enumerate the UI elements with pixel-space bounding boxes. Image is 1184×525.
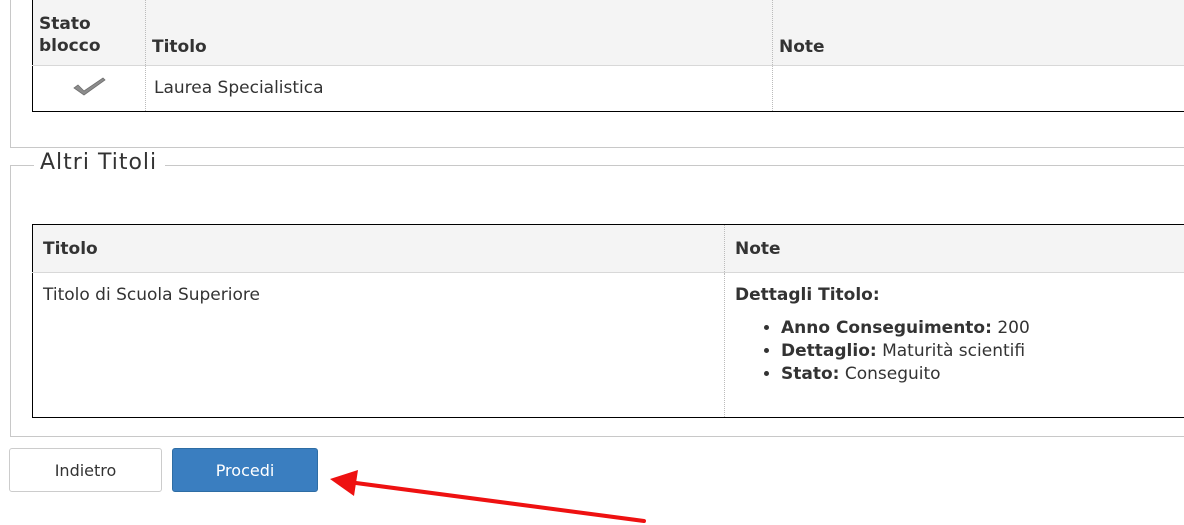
table-row: Laurea Specialistica xyxy=(32,65,1184,111)
header-titolo: Titolo xyxy=(145,0,773,66)
table-header-row: Stato blocco Titolo Note xyxy=(32,0,1184,66)
dettagli-list: Anno Conseguimento: 200 Dettaglio: Matur… xyxy=(735,317,1181,386)
table-header-row: Titolo Note xyxy=(32,224,1184,273)
procedi-button[interactable]: Procedi xyxy=(172,448,318,492)
header-stato-blocco-label: Stato blocco xyxy=(39,13,101,56)
blocchi-table: Stato blocco Titolo Note Laurea Speciali… xyxy=(32,0,1184,112)
detail-value: Conseguito xyxy=(844,364,941,384)
header-stato-blocco: Stato blocco xyxy=(32,0,146,66)
detail-value: 200 xyxy=(997,318,1030,338)
detail-label: Stato: xyxy=(781,364,840,384)
list-item: Dettaglio: Maturità scientifi xyxy=(781,340,1181,363)
titolo-cell: Laurea Specialistica xyxy=(145,65,773,111)
stato-cell xyxy=(32,65,146,111)
dettagli-titolo-heading: Dettagli Titolo: xyxy=(735,285,880,305)
header-titolo: Titolo xyxy=(32,224,725,273)
header-note: Note xyxy=(772,0,1184,66)
list-item: Anno Conseguimento: 200 xyxy=(781,317,1181,340)
detail-label: Dettaglio: xyxy=(781,341,877,361)
note-cell: Dettagli Titolo: Anno Conseguimento: 200… xyxy=(724,272,1184,418)
altri-titoli-legend: Altri Titoli xyxy=(34,150,166,175)
indietro-button[interactable]: Indietro xyxy=(9,448,162,492)
detail-value: Maturità scientifi xyxy=(882,341,1026,361)
note-cell xyxy=(772,65,1184,111)
list-item: Stato: Conseguito xyxy=(781,363,1181,386)
checkmark-icon xyxy=(72,76,106,102)
table-row: Titolo di Scuola Superiore Dettagli Tito… xyxy=(32,272,1184,418)
altri-titoli-table: Titolo Note Titolo di Scuola Superiore D… xyxy=(32,224,1184,418)
detail-label: Anno Conseguimento: xyxy=(781,318,992,338)
titolo-cell: Titolo di Scuola Superiore xyxy=(32,272,725,418)
header-note: Note xyxy=(724,224,1184,273)
